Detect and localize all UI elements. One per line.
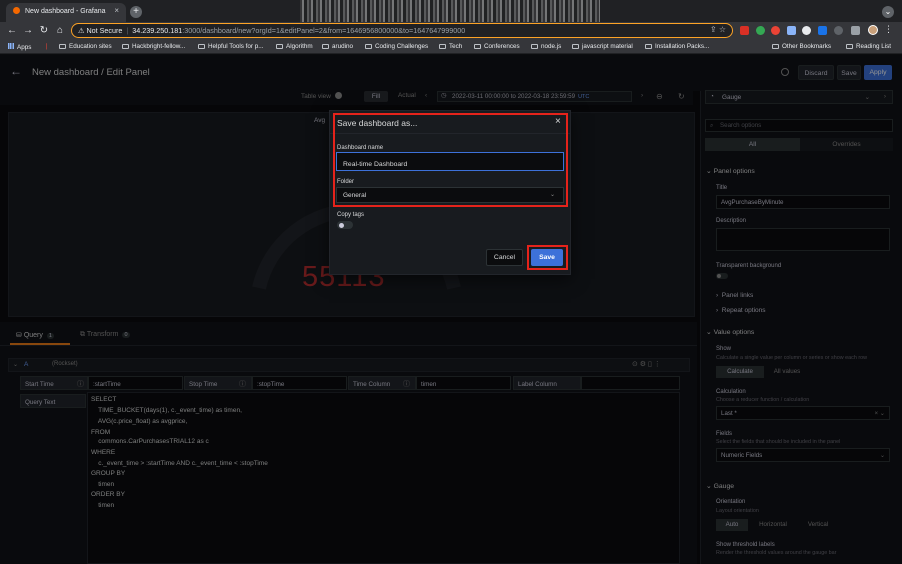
tab-search-icon[interactable]: ⌄ bbox=[882, 6, 894, 18]
folder-icon bbox=[572, 44, 579, 49]
highlight-box bbox=[333, 113, 568, 207]
highlight-box bbox=[527, 245, 568, 270]
url-host: 34.239.250.181 bbox=[132, 26, 183, 35]
share-star-icons[interactable]: ⇪ ☆ bbox=[710, 25, 726, 34]
home-icon[interactable]: ⌂ bbox=[54, 24, 66, 38]
extension-icon-7[interactable] bbox=[834, 26, 843, 35]
folder-icon bbox=[531, 44, 538, 49]
bookmark-folder[interactable]: Helpful Tools for p... bbox=[198, 43, 264, 50]
bookmark-folder[interactable]: javascript material bbox=[572, 43, 633, 50]
new-tab-button[interactable]: + bbox=[130, 6, 142, 18]
tab-title: New dashboard - Grafana bbox=[25, 8, 106, 15]
warning-icon: ⚠ bbox=[78, 26, 85, 35]
bookmark-pin-icon[interactable]: ❘ bbox=[44, 43, 49, 50]
bookmark-reading-list[interactable]: Reading List bbox=[846, 43, 891, 50]
folder-icon bbox=[59, 44, 66, 49]
bookmark-folder[interactable]: Coding Challenges bbox=[365, 43, 428, 50]
folder-icon bbox=[474, 44, 481, 49]
extension-icon-6[interactable] bbox=[818, 26, 827, 35]
copy-tags-toggle[interactable] bbox=[337, 221, 353, 229]
folder-icon bbox=[439, 44, 446, 49]
tab-strip-background bbox=[300, 0, 600, 22]
folder-icon bbox=[645, 44, 652, 49]
extension-icon-3[interactable] bbox=[771, 26, 780, 35]
bookmark-folder[interactable]: Conferences bbox=[474, 43, 520, 50]
bookmark-folder[interactable]: node.js bbox=[531, 43, 561, 50]
url-path: :3000/dashboard/new?orgId=1&editPanel=2&… bbox=[182, 26, 466, 35]
forward-icon[interactable]: → bbox=[22, 24, 34, 38]
profile-avatar[interactable] bbox=[868, 25, 878, 35]
folder-icon bbox=[365, 44, 372, 49]
extension-icon-1[interactable] bbox=[740, 26, 749, 35]
folder-icon bbox=[276, 44, 283, 49]
browser-tab[interactable]: New dashboard - Grafana × bbox=[6, 3, 126, 22]
folder-icon bbox=[322, 44, 329, 49]
folder-icon bbox=[198, 44, 205, 49]
address-bar[interactable]: ⚠ Not Secure | 34.239.250.181:3000/dashboa… bbox=[71, 23, 733, 38]
bookmark-folder[interactable]: arudino bbox=[322, 43, 353, 50]
browser-menu-icon[interactable]: ⋮ bbox=[884, 24, 893, 35]
extension-icon-2[interactable] bbox=[756, 26, 765, 35]
bookmark-folder[interactable]: Installation Packs... bbox=[645, 43, 709, 50]
apps-grid-icon bbox=[8, 43, 14, 49]
back-icon[interactable]: ← bbox=[6, 24, 18, 38]
extension-icon-5[interactable] bbox=[802, 26, 811, 35]
reading-list-icon bbox=[846, 44, 853, 49]
cancel-button[interactable]: Cancel bbox=[486, 249, 523, 266]
not-secure-label: Not Secure bbox=[86, 26, 123, 35]
folder-icon bbox=[772, 44, 779, 49]
bookmark-folder[interactable]: Algorithm bbox=[276, 43, 313, 50]
extension-icon-4[interactable] bbox=[787, 26, 796, 35]
bookmark-apps[interactable]: Apps bbox=[8, 43, 31, 51]
bookmark-folder[interactable]: Hackbright-fellow... bbox=[122, 43, 185, 50]
copy-tags-label: Copy tags bbox=[337, 212, 365, 218]
grafana-favicon-icon bbox=[13, 7, 20, 14]
folder-icon bbox=[122, 44, 129, 49]
bookmark-other[interactable]: Other Bookmarks bbox=[772, 43, 831, 50]
reload-icon[interactable]: ↻ bbox=[38, 24, 50, 38]
bookmark-folder[interactable]: Education sites bbox=[59, 43, 112, 50]
extensions-puzzle-icon[interactable] bbox=[851, 26, 860, 35]
tab-close-icon[interactable]: × bbox=[114, 6, 119, 15]
bookmark-folder[interactable]: Tech bbox=[439, 43, 462, 50]
